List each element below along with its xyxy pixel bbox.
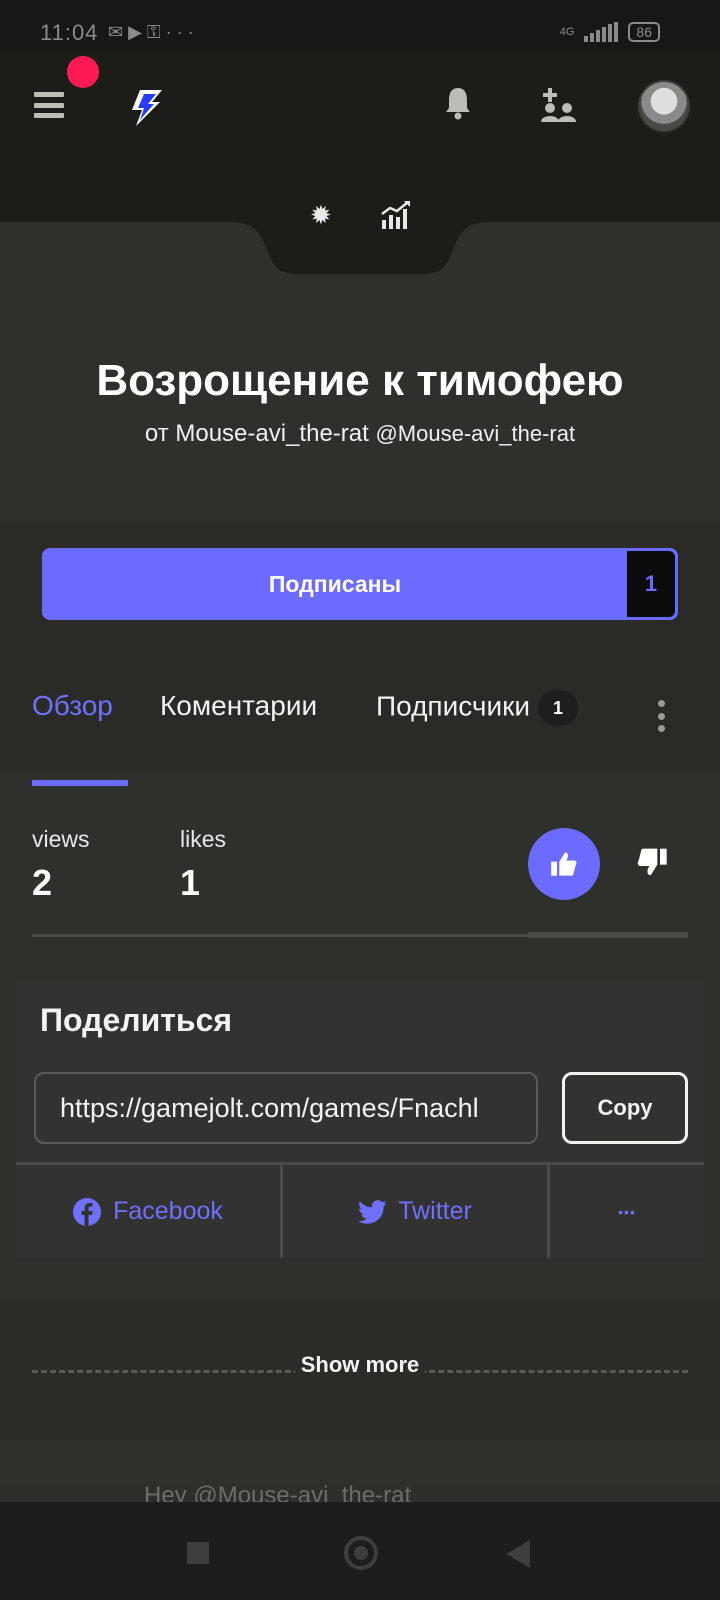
battery-icon: 86 [628, 22, 660, 42]
followers-badge: 1 [538, 690, 579, 726]
follower-count-badge: 1 [627, 551, 675, 617]
thumbs-up-icon [551, 852, 577, 876]
views-value: 2 [32, 862, 53, 903]
network-type: 4G [559, 26, 575, 38]
rating-divider [528, 932, 688, 938]
twitter-share-button[interactable]: Twitter [280, 1165, 547, 1258]
share-url-field[interactable]: https://gamejolt.com/games/Fnachl [34, 1072, 538, 1144]
top-bar [0, 52, 720, 222]
hamburger-icon[interactable] [34, 92, 64, 118]
show-more-button[interactable]: Show more [294, 1352, 426, 1377]
views-label: views [32, 826, 90, 852]
notification-icons: ✉ ▶ ⚿ · · · [108, 22, 194, 42]
tab-comments[interactable]: Коментарии [160, 690, 317, 722]
likes-label: likes [180, 826, 227, 852]
tab-followers-label: Подписчики [376, 690, 531, 722]
thumbs-down-icon[interactable] [636, 846, 668, 878]
tab-bar: Обзор Коментарии Подписчики 1 [0, 690, 720, 786]
system-nav-bar [0, 1502, 720, 1600]
clock: 11:04 [40, 20, 99, 45]
twitter-label: Twitter [398, 1197, 472, 1225]
recents-button[interactable] [187, 1542, 209, 1564]
analytics-icon[interactable] [380, 200, 412, 230]
add-friend-icon[interactable] [540, 88, 576, 124]
bell-icon[interactable] [444, 86, 472, 120]
signal-icon [584, 22, 619, 42]
share-card: Поделиться https://gamejolt.com/games/Fn… [16, 980, 704, 1258]
follow-label: Подписаны [268, 571, 402, 597]
tools-notch [230, 222, 490, 274]
twitter-icon [358, 1199, 387, 1224]
facebook-share-button[interactable]: Facebook [16, 1165, 280, 1258]
likes-value: 1 [180, 862, 201, 903]
comment-preview: Hey @Mouse-avi_the-rat [0, 1482, 720, 1502]
page-title: Возрощение к тимофею [96, 356, 624, 405]
facebook-label: Facebook [113, 1197, 223, 1225]
user-avatar[interactable] [638, 80, 690, 132]
home-button[interactable] [344, 1536, 378, 1570]
author-byline: от Mouse-avi_the-rat @Mouse-avi_the-rat [0, 420, 720, 448]
gear-icon[interactable]: ✹ [310, 202, 336, 228]
more-share-button[interactable]: ••• [547, 1165, 704, 1258]
copy-button[interactable]: Copy [562, 1072, 688, 1144]
stats-panel: views 2 likes 1 [0, 786, 720, 946]
share-title: Поделиться [40, 1002, 233, 1038]
share-buttons: Facebook Twitter ••• [16, 1162, 704, 1258]
tab-overview[interactable]: Обзор [32, 690, 113, 722]
more-dots-icon: ••• [618, 1203, 636, 1220]
stats-divider [32, 934, 528, 937]
follow-button[interactable]: Подписаны 1 [42, 548, 678, 620]
author-handle[interactable]: @Mouse-avi_the-rat [375, 421, 575, 446]
more-options-icon[interactable] [658, 700, 666, 732]
gamejolt-logo-icon[interactable] [126, 88, 166, 128]
author-name[interactable]: от Mouse-avi_the-rat [145, 420, 369, 447]
back-button[interactable] [506, 1540, 530, 1568]
show-more-section: Show more [0, 1300, 720, 1440]
comment-preview-text: Hey @Mouse-avi_the-rat [144, 1482, 412, 1502]
tab-followers[interactable]: Подписчики 1 [376, 690, 579, 726]
facebook-icon [73, 1197, 102, 1226]
notification-dot [67, 56, 99, 88]
status-bar: 11:04 ✉ ▶ ⚿ · · · 4G 86 [0, 0, 720, 52]
like-button[interactable] [528, 828, 600, 900]
